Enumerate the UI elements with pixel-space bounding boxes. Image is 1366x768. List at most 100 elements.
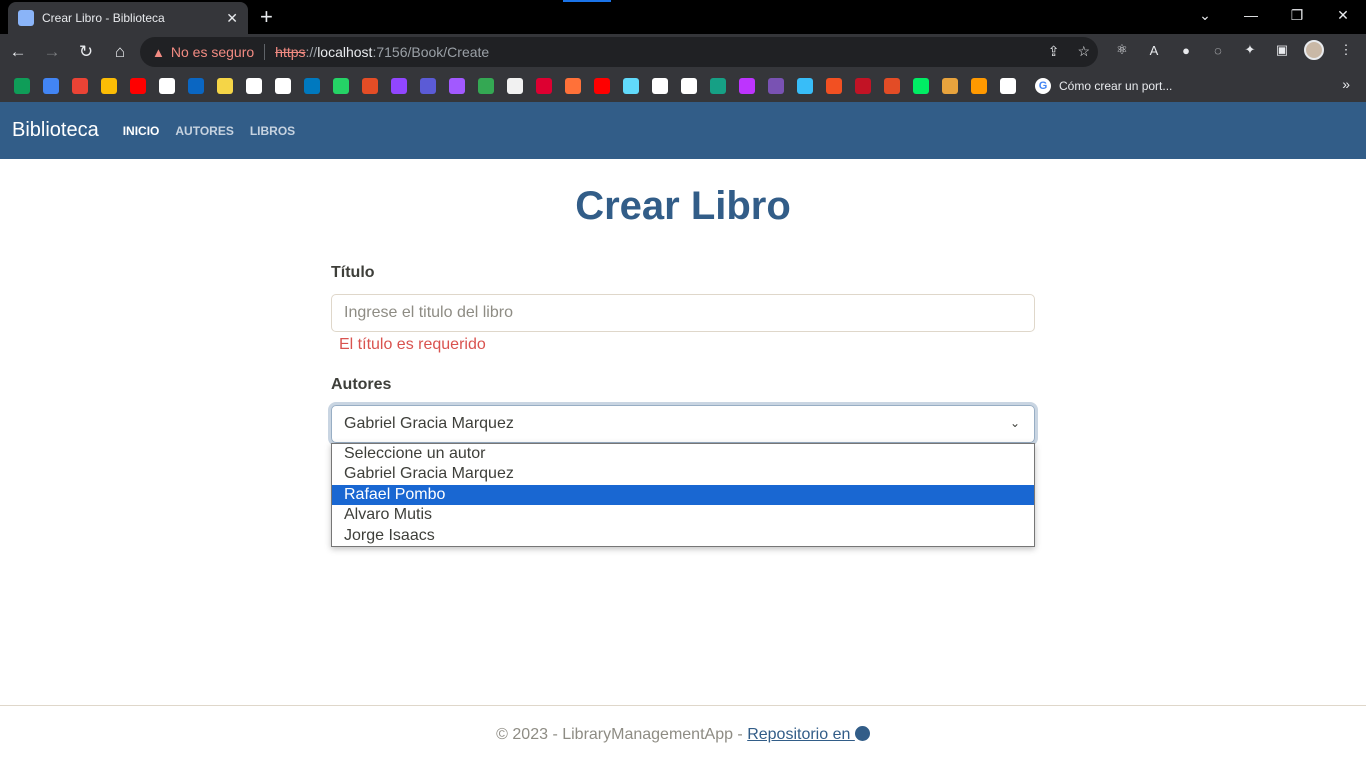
- bookmark-favicon-icon[interactable]: [130, 78, 146, 94]
- brand-link[interactable]: Biblioteca: [12, 119, 99, 142]
- browser-tab-bar: Crear Libro - Biblioteca ✕ + ⌄ — ❐ ✕: [0, 0, 1366, 34]
- app-navbar: Biblioteca INICIO AUTORES LIBROS: [0, 102, 1366, 159]
- restore-icon[interactable]: ❐: [1274, 0, 1320, 30]
- bookmark-favicon-icon[interactable]: [333, 78, 349, 94]
- author-option-highlighted[interactable]: Rafael Pombo: [332, 484, 1034, 506]
- bookmark-favicon-icon[interactable]: [43, 78, 59, 94]
- puzzle-icon[interactable]: ✦: [1240, 40, 1260, 60]
- omnibox-actions: ⇪ ☆: [1048, 43, 1090, 60]
- bookmark-label: Cómo crear un port...: [1059, 79, 1173, 93]
- bookmark-favicon-icon[interactable]: [884, 78, 900, 94]
- author-option[interactable]: Alvaro Mutis: [332, 505, 1034, 525]
- nav-link-libros[interactable]: LIBROS: [250, 124, 295, 138]
- menu-dots-icon[interactable]: ⋮: [1336, 40, 1356, 60]
- more-bookmarks-icon[interactable]: »: [1342, 76, 1350, 92]
- home-icon[interactable]: ⌂: [104, 36, 136, 68]
- bookmark-favicon-icon[interactable]: [362, 78, 378, 94]
- minimize-icon[interactable]: —: [1228, 0, 1274, 30]
- chevron-down-icon: ⌄: [1009, 416, 1020, 430]
- bookmark-star-icon[interactable]: ☆: [1077, 43, 1090, 60]
- bookmark-favicon-icon[interactable]: [246, 78, 262, 94]
- title-label: Título: [331, 264, 375, 281]
- bookmark-favicon-icon[interactable]: [507, 78, 523, 94]
- omnibox-divider: [264, 44, 266, 60]
- new-tab-button[interactable]: +: [260, 4, 273, 30]
- bookmark-favicon-icon[interactable]: [304, 78, 320, 94]
- bookmark-favicon-icon[interactable]: [942, 78, 958, 94]
- author-option[interactable]: Gabriel Gracia Marquez: [332, 464, 1034, 484]
- bookmark-favicon-icon[interactable]: [739, 78, 755, 94]
- authors-selected-value: Gabriel Gracia Marquez: [344, 415, 514, 432]
- bookmark-favicon-icon[interactable]: [101, 78, 117, 94]
- bookmark-favicon-icon[interactable]: [913, 78, 929, 94]
- bookmark-favicon-icon[interactable]: [797, 78, 813, 94]
- react-devtools-icon[interactable]: ⚛: [1112, 40, 1132, 60]
- title-error-message: El título es requerido: [339, 336, 486, 353]
- bookmark-favicon-icon[interactable]: [594, 78, 610, 94]
- bookmark-favicon-icon[interactable]: [420, 78, 436, 94]
- bookmark-favicon-icon[interactable]: [768, 78, 784, 94]
- nav-link-inicio[interactable]: INICIO: [123, 124, 160, 138]
- bookmark-favicon-icon[interactable]: [710, 78, 726, 94]
- browser-tab[interactable]: Crear Libro - Biblioteca ✕: [8, 2, 248, 34]
- bookmarks-bar: G Cómo crear un port... »: [0, 70, 1366, 102]
- close-window-icon[interactable]: ✕: [1320, 0, 1366, 30]
- bookmark-favicon-icon[interactable]: [681, 78, 697, 94]
- bookmark-favicon-icon[interactable]: [565, 78, 581, 94]
- window-controls: ⌄ — ❐ ✕: [1182, 0, 1366, 34]
- extension-gray-icon[interactable]: ◌: [1208, 40, 1228, 60]
- security-status[interactable]: No es seguro: [171, 44, 254, 60]
- page-footer: © 2023 - LibraryManagementApp - Reposito…: [0, 705, 1366, 768]
- bookmark-favicon-icon[interactable]: [14, 78, 30, 94]
- back-icon[interactable]: ←: [2, 36, 34, 68]
- bookmark-favicon-icon[interactable]: [1000, 78, 1016, 94]
- bookmark-favicon-icon[interactable]: [217, 78, 233, 94]
- repository-link[interactable]: Repositorio en: [747, 726, 870, 743]
- repository-link-text[interactable]: Repositorio en: [747, 726, 855, 743]
- bookmark-favicon-icon[interactable]: [623, 78, 639, 94]
- authors-select[interactable]: Gabriel Gracia Marquez ⌄: [331, 405, 1035, 443]
- tab-title: Crear Libro - Biblioteca: [42, 11, 165, 25]
- footer-text: © 2023 - LibraryManagementApp -: [496, 726, 748, 743]
- share-icon[interactable]: ⇪: [1048, 43, 1060, 60]
- bookmark-item[interactable]: G Cómo crear un port...: [1035, 78, 1172, 94]
- url-separator: ://: [305, 44, 318, 60]
- forward-icon[interactable]: →: [36, 36, 68, 68]
- url-host: localhost: [317, 44, 373, 60]
- bookmark-favicon-icon[interactable]: [275, 78, 291, 94]
- url-path: :7156/Book/Create: [372, 44, 490, 60]
- extension-purple-icon[interactable]: ●: [1176, 40, 1196, 60]
- bookmark-favicon-icon[interactable]: [478, 78, 494, 94]
- bookmark-favicon-icon[interactable]: [188, 78, 204, 94]
- close-tab-icon[interactable]: ✕: [226, 10, 238, 27]
- authors-label: Autores: [331, 376, 392, 393]
- authors-dropdown-list: Seleccione un autor Gabriel Gracia Marqu…: [331, 443, 1035, 547]
- bookmark-favicon-icon[interactable]: [72, 78, 88, 94]
- warning-icon[interactable]: ▲: [152, 45, 165, 60]
- tab-search-icon[interactable]: ⌄: [1182, 0, 1228, 30]
- page-title: Crear Libro: [575, 184, 791, 228]
- bookmark-favicon-icon[interactable]: [159, 78, 175, 94]
- page-favicon-icon: [18, 10, 34, 26]
- side-panel-icon[interactable]: ▣: [1272, 40, 1292, 60]
- bookmark-favicon-icon[interactable]: [971, 78, 987, 94]
- extension-a-icon[interactable]: A: [1144, 40, 1164, 60]
- bookmark-favicon-icon[interactable]: [826, 78, 842, 94]
- url-scheme: https: [275, 44, 306, 60]
- tab-strip-accent: [563, 0, 611, 2]
- author-option[interactable]: Seleccione un autor: [332, 444, 1034, 464]
- bookmark-favicon-icon[interactable]: [536, 78, 552, 94]
- reload-icon[interactable]: ↻: [70, 36, 102, 68]
- address-bar[interactable]: ▲ No es seguro https://localhost:7156/Bo…: [140, 37, 1098, 67]
- bookmark-favicon-icon[interactable]: [391, 78, 407, 94]
- github-icon[interactable]: [854, 726, 870, 741]
- bookmark-favicon-icon[interactable]: [449, 78, 465, 94]
- bookmark-favicon-icon[interactable]: [855, 78, 871, 94]
- author-option[interactable]: Jorge Isaacs: [332, 526, 1034, 546]
- bookmark-favicon-icon[interactable]: [652, 78, 668, 94]
- profile-avatar[interactable]: [1304, 40, 1324, 60]
- create-book-form: Título El título es requerido Autores Ga…: [331, 264, 1035, 443]
- title-input[interactable]: [331, 294, 1035, 332]
- nav-link-autores[interactable]: AUTORES: [175, 124, 233, 138]
- extensions-area: ⚛ A ● ◌ ✦ ▣ ⋮: [1112, 40, 1356, 60]
